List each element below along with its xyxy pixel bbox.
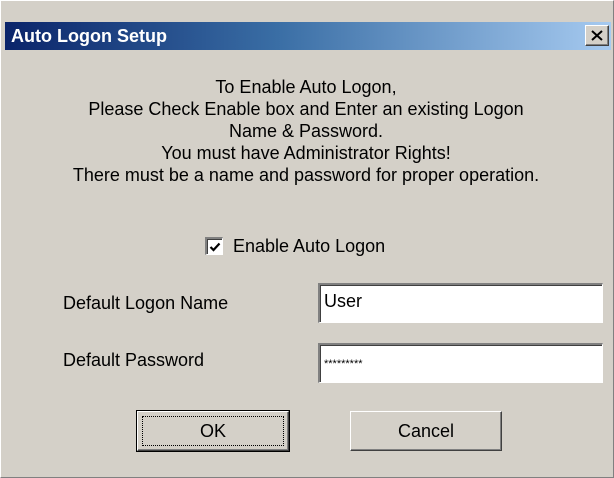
instruction-line: You must have Administrator Rights!: [161, 143, 451, 163]
auto-logon-setup-dialog: Auto Logon Setup To Enable Auto Logon, P…: [0, 0, 614, 478]
logon-name-label: Default Logon Name: [63, 293, 229, 313]
logon-name-value: User: [324, 291, 363, 311]
title-bar[interactable]: Auto Logon Setup: [5, 22, 611, 50]
instruction-line: Please Check Enable box and Enter an exi…: [88, 99, 524, 119]
window-title: Auto Logon Setup: [11, 26, 167, 46]
password-value: *********: [324, 358, 363, 370]
ok-button-label: OK: [199, 420, 226, 441]
password-label: Default Password: [63, 350, 205, 370]
enable-auto-logon-label[interactable]: Enable Auto Logon: [233, 236, 385, 257]
instruction-line: To Enable Auto Logon,: [215, 77, 397, 97]
logon-name-field[interactable]: User: [318, 283, 603, 323]
close-button[interactable]: [585, 25, 609, 46]
password-field[interactable]: *********: [318, 343, 603, 383]
ok-button[interactable]: OK: [136, 410, 290, 452]
cancel-button[interactable]: Cancel: [350, 411, 502, 451]
close-icon: [591, 30, 603, 41]
cancel-button-label: Cancel: [397, 420, 455, 441]
enable-auto-logon-row[interactable]: Enable Auto Logon: [205, 235, 385, 257]
dialog-body: To Enable Auto Logon, Please Check Enabl…: [5, 50, 611, 475]
instruction-line: Name & Password.: [228, 121, 384, 141]
enable-auto-logon-checkbox[interactable]: [205, 237, 223, 255]
instruction-line: There must be a name and password for pr…: [72, 165, 540, 185]
instructions-text: To Enable Auto Logon, Please Check Enabl…: [5, 76, 607, 186]
checkmark-icon: [209, 242, 220, 252]
